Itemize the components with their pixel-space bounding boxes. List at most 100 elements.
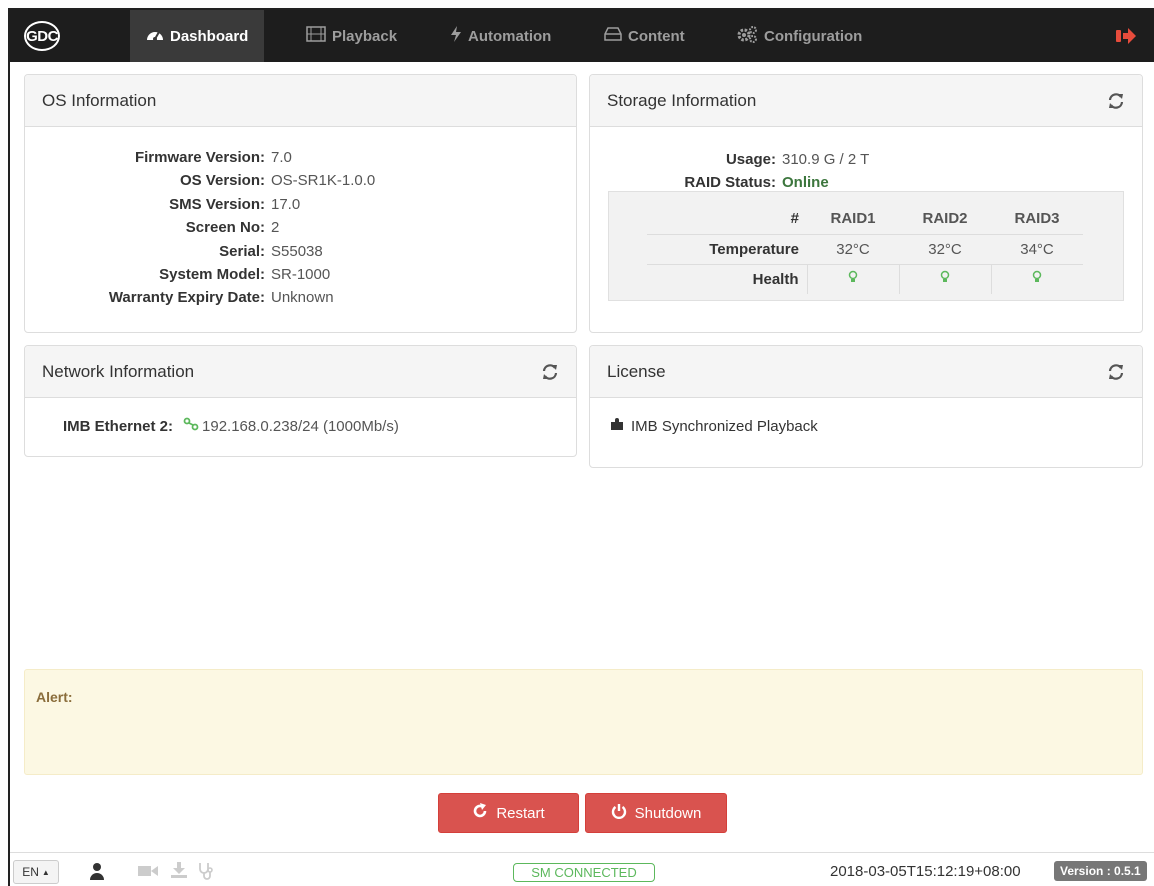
- film-icon: [306, 26, 326, 46]
- nav-dashboard-label: Dashboard: [170, 27, 249, 45]
- os-info-value: Unknown: [271, 289, 334, 307]
- language-selector[interactable]: EN ▲: [13, 860, 59, 884]
- os-info-row: System Model: SR-1000: [25, 263, 576, 286]
- raid-table-box: # RAID1 RAID2 RAID3 Temperature 32°C 32°…: [608, 191, 1124, 301]
- shutdown-button[interactable]: Shutdown: [585, 793, 727, 833]
- network-information-title: Network Information: [42, 361, 195, 381]
- network-value: 192.168.0.238/24 (1000Mb/s): [202, 417, 399, 435]
- raid-table: # RAID1 RAID2 RAID3 Temperature 32°C 32°…: [647, 204, 1083, 294]
- os-info-row: Serial: S55038: [25, 240, 576, 263]
- lightbulb-icon: [940, 271, 950, 288]
- os-info-value: 2: [271, 219, 280, 237]
- download-icon: [170, 862, 188, 881]
- os-information-panel: OS Information Firmware Version: 7.0 OS V…: [24, 74, 577, 333]
- network-row: IMB Ethernet 2: 192.168.0.238/24 (1000Mb…: [63, 417, 399, 435]
- os-info-key: SMS Version:: [169, 195, 265, 213]
- status-footer: EN ▲ SM CONNECTED 2018-03-05T15:12:19+08…: [10, 852, 1154, 886]
- restart-label: Restart: [496, 804, 545, 822]
- raid-health: [990, 263, 1083, 294]
- shutdown-label: Shutdown: [634, 804, 702, 822]
- lightbulb-icon: [848, 271, 858, 288]
- license-panel: License IMB Synchronized Playback: [589, 345, 1143, 468]
- os-info-row: SMS Version: 17.0: [25, 193, 576, 216]
- temperature-label: Temperature: [647, 233, 807, 264]
- os-info-key: System Model:: [159, 266, 265, 284]
- bolt-icon: [450, 26, 462, 46]
- usage-value: 310.9 G / 2 T: [782, 151, 870, 168]
- os-info-row: Warranty Expiry Date: Unknown: [25, 286, 576, 309]
- os-info-value: OS-SR1K-1.0.0: [271, 172, 376, 190]
- lightbulb-icon: [1032, 271, 1042, 288]
- nav-content[interactable]: Content: [588, 10, 701, 62]
- network-information-panel: Network Information IMB Ethernet 2: 192.…: [24, 345, 577, 457]
- logout-icon[interactable]: [1114, 24, 1138, 48]
- os-info-value: SR-1000: [271, 266, 331, 284]
- user-icon[interactable]: [90, 862, 104, 883]
- dashboard-icon: [146, 26, 164, 46]
- os-information-title: OS Information: [42, 90, 157, 110]
- nav-automation-label: Automation: [468, 27, 552, 45]
- network-label: IMB Ethernet 2:: [63, 417, 174, 435]
- alert-label: Alert:: [36, 689, 73, 705]
- storage-information-panel: Storage Information Usage: 310.9 G / 2 T …: [589, 74, 1143, 333]
- restart-icon: [472, 803, 488, 823]
- nav-dashboard[interactable]: Dashboard: [130, 10, 265, 62]
- os-info-key: Firmware Version:: [134, 149, 265, 166]
- storage-summary: Usage: 310.9 G / 2 T RAID Status: Online: [590, 127, 1142, 195]
- os-info-value: 17.0: [271, 195, 301, 213]
- link-icon: [183, 417, 199, 435]
- power-icon: [611, 803, 627, 823]
- refresh-icon[interactable]: [541, 363, 559, 381]
- nav-content-label: Content: [628, 27, 685, 45]
- os-info-key: Screen No:: [185, 219, 265, 237]
- license-title: License: [607, 361, 666, 381]
- health-label: Health: [647, 263, 807, 294]
- sm-connected-badge: SM CONNECTED: [513, 863, 655, 882]
- usage-label: Usage:: [725, 151, 776, 168]
- storage-information-heading: Storage Information: [590, 75, 1142, 127]
- restart-button[interactable]: Restart: [438, 793, 579, 833]
- nav-playback[interactable]: Playback: [290, 10, 413, 62]
- license-heading: License: [590, 346, 1142, 398]
- network-information-heading: Network Information: [25, 346, 576, 398]
- nav-configuration[interactable]: Configuration: [720, 10, 878, 62]
- stethoscope-icon: [198, 862, 214, 883]
- os-info-key: Warranty Expiry Date:: [108, 289, 265, 307]
- nav-playback-label: Playback: [332, 27, 398, 45]
- raid-hash-header: #: [790, 210, 799, 228]
- raid-health: [898, 263, 991, 294]
- language-label: EN: [22, 865, 39, 879]
- os-info-value: 7.0: [271, 149, 292, 166]
- gdc-logo[interactable]: GDC: [24, 21, 60, 51]
- os-information-heading: OS Information: [25, 75, 576, 127]
- nav-automation[interactable]: Automation: [434, 10, 567, 62]
- refresh-icon[interactable]: [1107, 363, 1125, 381]
- gears-icon: [736, 25, 758, 47]
- caret-up-icon: ▲: [41, 867, 50, 877]
- raid-health: [806, 263, 899, 294]
- os-info-row: OS Version: OS-SR1K-1.0.0: [25, 169, 576, 192]
- nav-configuration-label: Configuration: [764, 27, 863, 45]
- os-info-key: Serial:: [219, 242, 265, 260]
- top-navbar: GDC Dashboard Playback Automation Conten…: [10, 10, 1154, 62]
- storage-information-title: Storage Information: [607, 90, 757, 110]
- datetime-display: 2018-03-05T15:12:19+08:00: [830, 863, 1021, 880]
- raid-temperature: 34°C: [991, 233, 1083, 264]
- os-info-list: Firmware Version: 7.0 OS Version: OS-SR1K-…: [25, 127, 576, 310]
- raid-header: RAID3: [1014, 210, 1060, 228]
- raid-header: RAID1: [830, 210, 876, 228]
- raid-header: RAID2: [922, 210, 968, 228]
- license-item-label: IMB Synchronized Playback: [631, 417, 818, 435]
- os-info-value: S55038: [271, 242, 323, 260]
- raid-temperature: 32°C: [807, 233, 899, 264]
- license-item: IMB Synchronized Playback: [610, 417, 818, 435]
- os-info-key: OS Version:: [179, 172, 265, 190]
- hdd-icon: [604, 27, 622, 45]
- alert-box: Alert:: [24, 669, 1143, 775]
- puzzle-icon: [610, 417, 624, 435]
- storage-usage-row: Usage: 310.9 G / 2 T: [590, 148, 1142, 171]
- raid-temperature: 32°C: [899, 233, 991, 264]
- version-badge: Version : 0.5.1: [1054, 861, 1147, 881]
- refresh-icon[interactable]: [1107, 92, 1125, 110]
- video-camera-icon: [138, 864, 158, 881]
